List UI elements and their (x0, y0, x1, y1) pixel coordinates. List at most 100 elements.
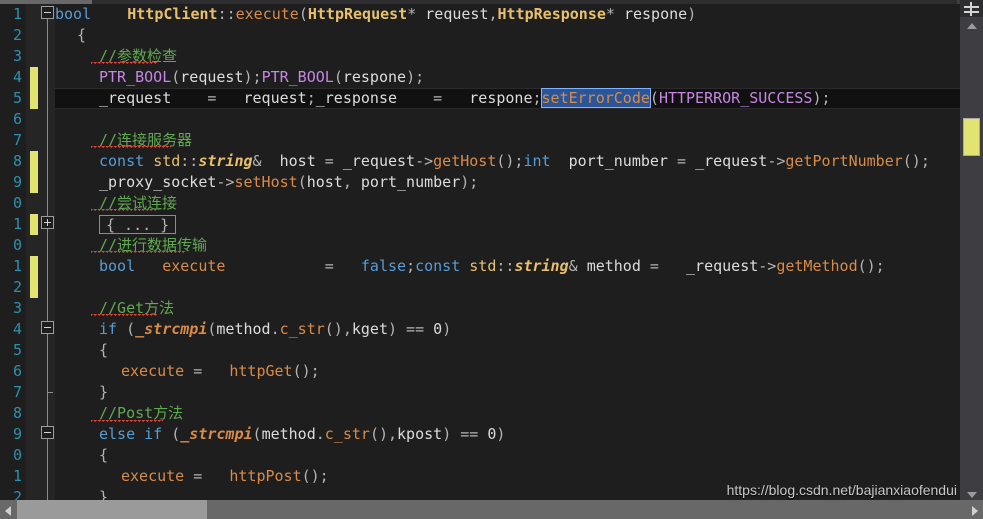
code-line[interactable]: { (99, 445, 108, 466)
code-token: = (315, 152, 343, 170)
split-view-handle-icon[interactable] (960, 0, 983, 17)
horizontal-scroll-thumb[interactable] (17, 500, 207, 519)
code-token: { (99, 446, 109, 464)
code-token: method (216, 320, 271, 338)
code-line[interactable]: bool execute = false;const std::string& … (99, 256, 885, 277)
code-line[interactable]: } (99, 487, 108, 500)
line-number-gutter: 123456789010123456789012 (0, 4, 26, 506)
expand-region-icon[interactable] (41, 216, 54, 229)
line-number: 7 (12, 383, 22, 401)
code-token: request (425, 5, 489, 23)
code-token: ( (297, 173, 307, 191)
code-line[interactable]: if (_strcmpi(method.c_str(),kget) == 0) (99, 319, 451, 340)
code-line[interactable]: execute = httpGet(); (121, 361, 320, 382)
vertical-scrollbar[interactable] (960, 0, 983, 503)
line-number: 9 (12, 173, 22, 191)
code-line[interactable]: PTR_BOOL(request);PTR_BOOL(respone); (99, 67, 424, 88)
line-number: 1 (12, 257, 22, 275)
scroll-right-arrow-icon[interactable] (966, 500, 983, 519)
code-token: const (99, 152, 145, 170)
code-line[interactable]: { (99, 340, 108, 361)
code-line[interactable]: _proxy_socket->setHost(host, port_number… (99, 172, 478, 193)
code-token: execute (235, 5, 299, 23)
code-token: ) == (388, 320, 434, 338)
code-token: bool (55, 5, 92, 23)
code-text-area[interactable]: bool HttpClient::execute(HttpRequest* re… (55, 4, 960, 500)
code-token: = (225, 257, 361, 275)
spellcheck-squiggle (91, 146, 171, 150)
change-bar-marker (30, 214, 38, 235)
scroll-up-arrow-icon[interactable] (960, 17, 983, 34)
code-token: HttpResponse (497, 5, 606, 23)
outlining-tick (47, 392, 53, 393)
code-token: = (397, 89, 470, 107)
spellcheck-squiggle (91, 62, 157, 66)
code-token: :: (180, 152, 199, 170)
line-number: 6 (12, 362, 22, 380)
code-line[interactable]: _request = request;_response = respone;s… (99, 88, 831, 109)
code-line[interactable]: else if (_strcmpi(method.c_str(),kpost) … (99, 424, 505, 445)
line-number: 7 (12, 131, 22, 149)
code-token: * (407, 5, 426, 23)
code-token: _request (686, 257, 759, 275)
scroll-left-arrow-icon[interactable] (0, 500, 17, 519)
vertical-scroll-thumb[interactable] (963, 118, 980, 156)
code-line[interactable]: const std::string& host = _request->getH… (99, 151, 930, 172)
code-line[interactable]: { (77, 25, 86, 46)
outlining-margin[interactable] (41, 4, 55, 500)
code-token: -> (758, 257, 777, 275)
code-line[interactable]: } (99, 382, 108, 403)
line-number: 0 (12, 194, 22, 212)
line-number: 4 (12, 320, 22, 338)
selected-token[interactable]: setErrorCode (540, 88, 651, 108)
code-token: string (198, 152, 253, 170)
code-token: (); (301, 467, 329, 485)
line-number: 2 (12, 26, 22, 44)
code-token: ) (496, 425, 506, 443)
code-token: ); (460, 173, 479, 191)
collapse-region-icon[interactable] (41, 6, 54, 19)
code-token: httpGet (229, 362, 293, 380)
collapse-region-icon[interactable] (41, 426, 54, 439)
code-token: bool (99, 257, 136, 275)
code-token: respone (342, 68, 407, 86)
collapsed-block-placeholder[interactable]: { ... } (99, 215, 177, 234)
code-token: respone (623, 5, 688, 23)
horizontal-scrollbar[interactable] (0, 500, 983, 519)
code-token: ); (243, 68, 262, 86)
code-token: const (415, 257, 461, 275)
line-number: 3 (12, 47, 22, 65)
code-token: PTR_BOOL (261, 68, 334, 86)
code-token: HTTPERROR_SUCCESS (658, 89, 813, 107)
line-number: 3 (12, 299, 22, 317)
code-line[interactable]: bool HttpClient::execute(HttpRequest* re… (55, 4, 696, 25)
code-line[interactable]: execute = httpPost(); (121, 466, 329, 487)
code-token: std (469, 257, 497, 275)
code-token: -> (415, 152, 434, 170)
code-token: ( (298, 5, 308, 23)
code-token: _request (99, 89, 172, 107)
code-token: ( (171, 68, 181, 86)
collapse-region-icon[interactable] (41, 321, 54, 334)
code-token: ( (333, 68, 343, 86)
line-number: 8 (12, 152, 22, 170)
code-token: ; (532, 89, 542, 107)
code-token: ) (687, 5, 697, 23)
code-token: respone (469, 89, 533, 107)
code-token: (), (324, 320, 352, 338)
code-token: _request (342, 152, 416, 170)
code-token: . (270, 320, 280, 338)
code-token: HttpRequest (307, 5, 408, 23)
code-token: _response (315, 89, 398, 107)
code-token: std (153, 152, 181, 170)
code-token: (); (496, 152, 524, 170)
code-token: -> (216, 173, 235, 191)
code-token: ( (162, 425, 181, 443)
code-token: . (315, 425, 325, 443)
line-number: 4 (12, 68, 22, 86)
code-token: else (99, 425, 136, 443)
